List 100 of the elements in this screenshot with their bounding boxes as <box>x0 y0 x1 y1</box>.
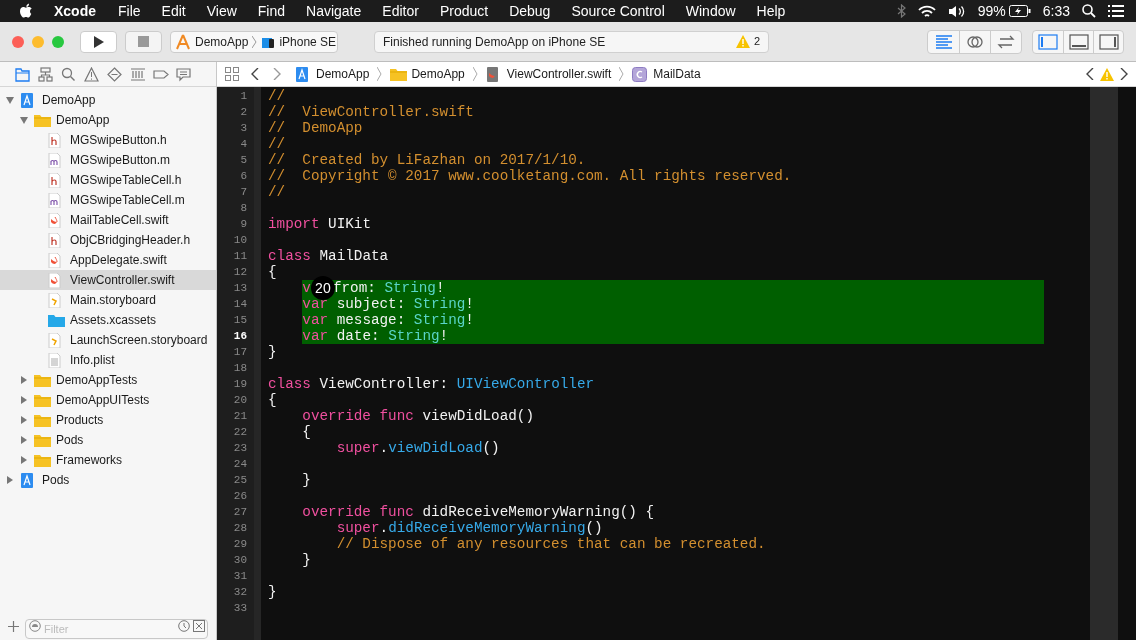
back-icon[interactable] <box>251 68 259 80</box>
code-line: { <box>301 424 311 440</box>
scheme-selector[interactable]: DemoApp iPhone SE <box>170 30 338 53</box>
code-line: class MailData <box>268 248 389 264</box>
tree-item[interactable]: AppDelegate.swift <box>0 250 216 270</box>
battery-icon[interactable] <box>1008 5 1031 17</box>
tree-item[interactable]: Main.storyboard <box>0 290 216 310</box>
tree-item[interactable]: Frameworks <box>0 450 216 470</box>
report-navigator-tab[interactable] <box>176 66 192 82</box>
breadcrumb[interactable]: MailData <box>632 65 701 83</box>
panel-icon <box>1038 33 1058 50</box>
next-issue-icon[interactable] <box>1120 68 1128 80</box>
previous-issue-icon[interactable] <box>1086 68 1094 80</box>
menu-item[interactable]: Navigate <box>306 0 362 22</box>
tree-item[interactable]: Assets.xcassets <box>0 310 216 330</box>
line-number: 12 <box>233 265 247 280</box>
line-number: 1 <box>240 89 247 104</box>
volume-icon[interactable] <box>947 4 966 18</box>
line-number: 7 <box>240 185 247 200</box>
code-line: var message: String! <box>301 312 474 328</box>
line-number: 14 <box>233 297 247 312</box>
forward-icon[interactable] <box>273 68 281 80</box>
folder-icon <box>34 432 51 448</box>
collapse-triangle-icon[interactable] <box>18 115 30 125</box>
breadcrumb[interactable]: ViewController.swift <box>485 65 612 83</box>
tree-item[interactable]: Products <box>0 410 216 430</box>
lines-icon <box>933 32 954 51</box>
test-navigator-tab[interactable] <box>107 66 123 82</box>
chevron-icon <box>619 67 625 81</box>
editor-mode-control[interactable] <box>927 29 1022 54</box>
menu-item[interactable]: Product <box>439 0 489 22</box>
issue-navigator-tab[interactable] <box>84 66 100 82</box>
code-line: // Created by LiFazhan on 2017/1/10. <box>268 152 586 168</box>
run-button[interactable] <box>80 30 117 53</box>
menu-item[interactable]: Editor <box>382 0 419 22</box>
tree-item[interactable]: MGSwipeTableCell.m <box>0 190 216 210</box>
project-navigator-tab[interactable] <box>15 66 31 82</box>
line-number: 3 <box>240 121 247 136</box>
code-line: // Copyright © 2017 www.coolketang.com. All rights reserved. <box>268 168 792 184</box>
menu-item[interactable]: Edit <box>161 0 186 22</box>
find-navigator-tab[interactable] <box>61 66 77 82</box>
tree-item[interactable]: MGSwipeTableCell.h <box>0 170 216 190</box>
code-line: } <box>268 584 277 600</box>
collapse-triangle-icon[interactable] <box>4 95 16 105</box>
tree-item[interactable]: ObjCBridgingHeader.h <box>0 230 216 250</box>
menu-icon[interactable] <box>1108 5 1124 17</box>
code-line: override func didReceiveMemoryWarning() { <box>301 504 655 520</box>
breadcrumb[interactable]: DemoApp <box>295 65 370 83</box>
tree-item[interactable]: DemoApp <box>0 90 216 110</box>
warning-count[interactable]: 2 <box>753 33 760 50</box>
line-number: 25 <box>233 473 247 488</box>
line-number: 24 <box>233 457 247 472</box>
menu-item[interactable]: File <box>118 0 141 22</box>
tree-item[interactable]: DemoApp <box>0 110 216 130</box>
tree-item[interactable]: DemoAppTests <box>0 370 216 390</box>
tree-item[interactable]: LaunchScreen.storyboard <box>0 330 216 350</box>
line-number: 13 <box>233 281 247 296</box>
menu-item[interactable]: Window <box>685 0 736 22</box>
tree-item[interactable]: Info.plist <box>0 350 216 370</box>
code-line: // Dispose of any resources that can be recreated. <box>335 536 766 552</box>
folder-icon <box>34 112 51 128</box>
wifi-icon[interactable] <box>917 4 936 18</box>
debug-navigator-tab[interactable] <box>130 66 146 82</box>
tree-item[interactable]: MailTableCell.swift <box>0 210 216 230</box>
scope-icon[interactable] <box>193 620 205 632</box>
add-icon[interactable] <box>8 620 19 632</box>
line-number: 32 <box>233 585 247 600</box>
tree-item[interactable]: DemoAppUITests <box>0 390 216 410</box>
menu-item[interactable]: Help <box>756 0 786 22</box>
menu-item[interactable]: Source Control <box>571 0 665 22</box>
panel-toggle-control[interactable] <box>1032 29 1124 54</box>
clock-icon[interactable] <box>178 620 190 632</box>
stop-button[interactable] <box>125 30 162 53</box>
tree-item[interactable]: ViewController.swift <box>0 270 216 290</box>
bluetooth-icon[interactable] <box>896 4 906 18</box>
tree-item[interactable]: Pods <box>0 430 216 450</box>
breadcrumb[interactable]: DemoApp <box>390 65 465 83</box>
symbol-navigator-tab[interactable] <box>38 66 54 82</box>
line-number: 23 <box>233 441 247 456</box>
code-line: var date: String! <box>301 328 449 344</box>
close-button[interactable] <box>12 35 24 48</box>
app-menu[interactable]: Xcode <box>54 0 96 22</box>
battery-percent: 99% <box>977 1 1006 21</box>
scrollbar[interactable] <box>1090 87 1118 640</box>
search-icon[interactable] <box>1082 4 1096 18</box>
tree-item[interactable]: MGSwipeButton.m <box>0 150 216 170</box>
menu-item[interactable]: View <box>206 0 237 22</box>
menu-item[interactable]: Find <box>257 0 286 22</box>
menu-item[interactable]: Debug <box>509 0 551 22</box>
clock[interactable]: 6:33 <box>1042 0 1070 22</box>
panel-icon <box>1098 33 1119 50</box>
apple-icon[interactable] <box>20 3 34 19</box>
filter-field[interactable]: Filter <box>25 619 208 639</box>
grid-icon[interactable] <box>225 67 239 81</box>
tree-item[interactable]: Pods <box>0 470 216 490</box>
line-number: 27 <box>233 505 247 520</box>
code-line: { <box>268 392 277 408</box>
code-line: override func viewDidLoad() <box>301 408 534 424</box>
tree-item[interactable]: MGSwipeButton.h <box>0 130 216 150</box>
line-number: 20 <box>233 393 247 408</box>
